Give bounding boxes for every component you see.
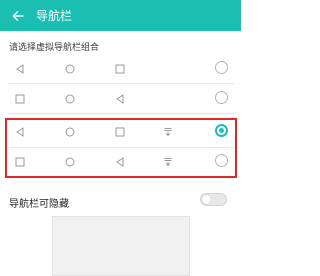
section-title: 请选择虚拟导航栏组合 — [9, 43, 100, 53]
back-button[interactable] — [11, 9, 25, 23]
nav-option-2[interactable] — [0, 84, 241, 113]
back-arrow-icon — [12, 10, 24, 21]
phone-preview — [52, 216, 190, 276]
option-2-radio[interactable] — [215, 91, 228, 104]
highlight-box — [5, 118, 237, 178]
back-icon — [12, 54, 28, 83]
home-icon — [62, 54, 78, 83]
back-icon — [112, 84, 128, 113]
option-1-radio[interactable] — [215, 61, 228, 74]
nav-option-1[interactable] — [0, 54, 241, 83]
page-title: 导航栏 — [36, 8, 73, 23]
hide-navbar-label: 导航栏可隐藏 — [9, 199, 69, 210]
recent-icon — [112, 54, 128, 83]
home-icon — [62, 84, 78, 113]
recent-icon — [12, 84, 28, 113]
toggle-knob — [202, 195, 211, 204]
hide-navbar-toggle[interactable] — [200, 193, 227, 206]
divider — [8, 113, 234, 114]
app-bar: 导航栏 — [0, 0, 241, 31]
